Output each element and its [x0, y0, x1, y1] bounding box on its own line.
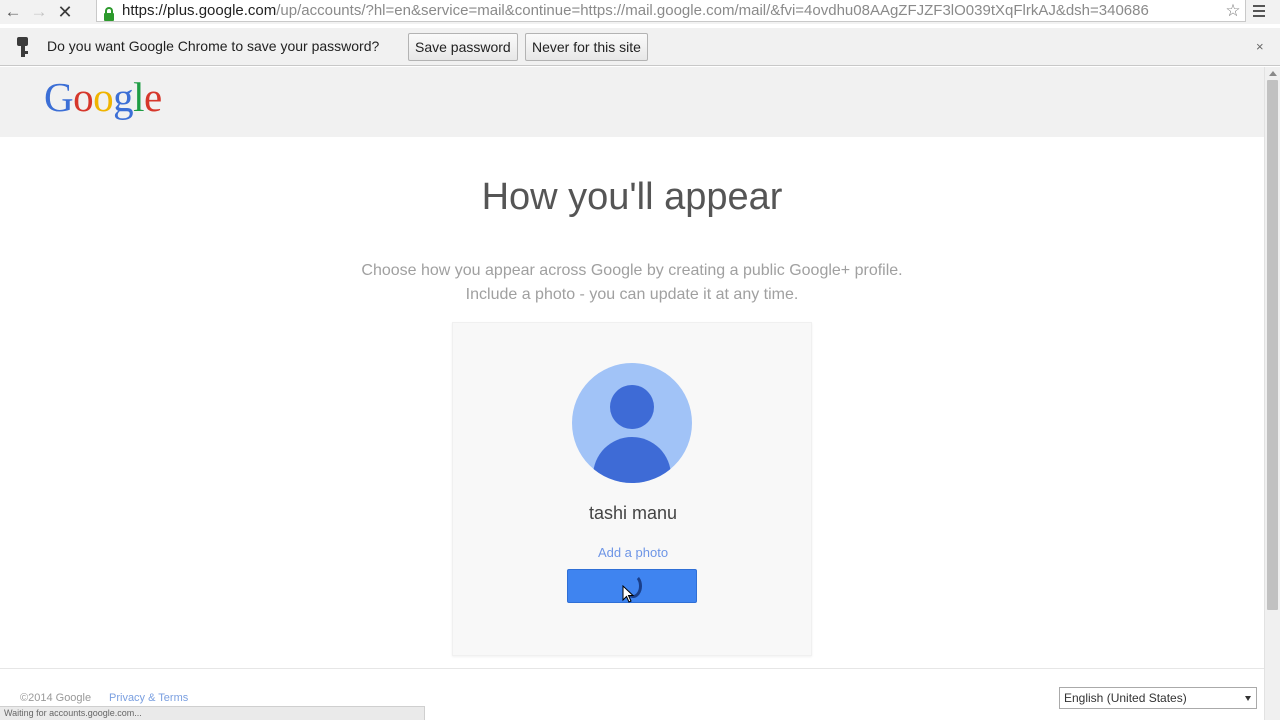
logo-letter: l	[133, 74, 145, 120]
logo-letter: o	[93, 74, 114, 120]
logo-letter: G	[44, 74, 74, 120]
privacy-terms-link[interactable]: Privacy & Terms	[109, 692, 188, 704]
close-icon[interactable]: ×	[1256, 39, 1264, 54]
page-title: How you'll appear	[481, 176, 783, 218]
subtitle-line: Include a photo - you can update it at a…	[465, 286, 799, 303]
status-bubble: Waiting for accounts.google.com...	[0, 706, 425, 720]
lock-icon	[101, 1, 117, 21]
page-header: Google	[0, 67, 1264, 137]
default-avatar-icon[interactable]	[572, 363, 692, 483]
address-bar[interactable]: https://plus.google.com/up/accounts/?hl=…	[96, 0, 1246, 22]
page-subtitle: Choose how you appear across Google by c…	[0, 259, 1264, 307]
star-icon[interactable]: ☆	[1221, 0, 1245, 21]
back-arrow-icon[interactable]: ←	[0, 0, 26, 24]
save-password-button[interactable]: Save password	[408, 33, 518, 61]
dropdown-arrow-icon	[1245, 696, 1251, 701]
stop-icon[interactable]: ✕	[52, 0, 78, 24]
profile-name: tashi manu	[588, 503, 678, 523]
page-scrollbar[interactable]	[1264, 67, 1280, 720]
logo-letter: e	[144, 74, 162, 120]
save-password-infobar: Do you want Google Chrome to save your p…	[0, 28, 1280, 66]
footer-divider	[0, 668, 1264, 669]
url-path: /up/accounts/?hl=en&service=mail&continu…	[276, 2, 1149, 19]
browser-toolbar: ← → ✕ https://plus.google.com/up/account…	[0, 0, 1280, 24]
hamburger-menu-icon[interactable]	[1253, 2, 1269, 20]
footer-copyright: ©2014 Google	[20, 692, 92, 704]
scroll-up-arrow-icon[interactable]	[1269, 71, 1277, 76]
google-logo[interactable]: Google	[44, 77, 162, 118]
forward-arrow-icon[interactable]: →	[26, 0, 52, 24]
logo-letter: o	[73, 74, 94, 120]
key-icon	[15, 37, 31, 59]
scrollbar-thumb[interactable]	[1267, 80, 1278, 610]
infobar-message: Do you want Google Chrome to save your p…	[47, 38, 380, 54]
logo-letter: g	[113, 74, 134, 120]
never-for-this-site-button[interactable]: Never for this site	[525, 33, 648, 61]
profile-card: tashi manu Add a photo	[452, 322, 812, 656]
language-select[interactable]: English (United States)	[1059, 687, 1257, 709]
url-text: https://plus.google.com/up/accounts/?hl=…	[122, 2, 1149, 19]
add-photo-link[interactable]: Add a photo	[453, 545, 813, 560]
language-value: English (United States)	[1064, 691, 1187, 705]
subtitle-line: Choose how you appear across Google by c…	[361, 262, 903, 279]
mouse-cursor-icon	[622, 585, 635, 603]
url-host: https://plus.google.com	[122, 2, 277, 19]
